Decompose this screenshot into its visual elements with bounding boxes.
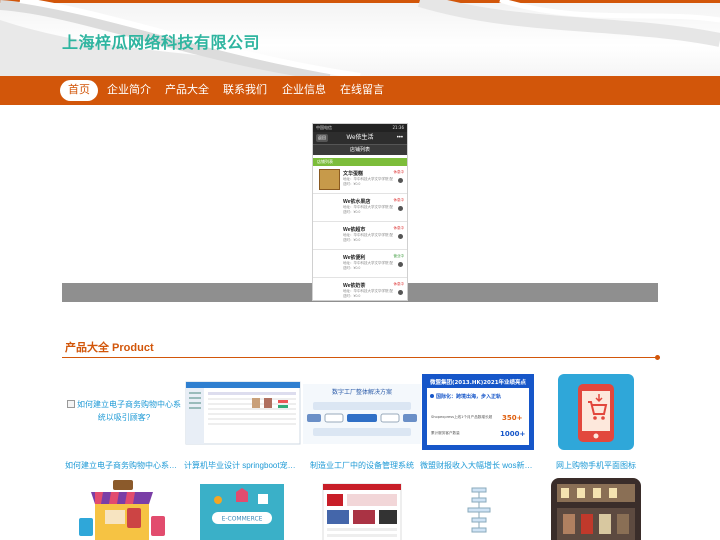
phone-app-bar: 返回 We依生活 ••• (313, 132, 407, 144)
phone-shop-row: 文华蛋糕 地址：华中科技大学文华学院 配送时：¥0.0 休息中 (313, 166, 407, 194)
shop-status: 休息中 (393, 198, 405, 202)
arrow-icon (398, 262, 403, 267)
svg-text:微盟集团(2013.HK)2021年业绩亮点: 微盟集团(2013.HK)2021年业绩亮点 (429, 378, 527, 386)
section-divider-dot (655, 355, 660, 360)
product-image[interactable] (184, 374, 302, 454)
shop-address: 地址：华中科技大学文华学院 配送时：¥0.0 (343, 261, 393, 270)
svg-text:1000+: 1000+ (500, 430, 525, 438)
svg-text:E-COMMERCE: E-COMMERCE (222, 516, 263, 523)
phone-status-bar: 中国电信 21:36 (313, 124, 407, 132)
ecommerce-illustration-icon: E-COMMERCE (200, 484, 284, 540)
product-image[interactable]: 微盟集团(2013.HK)2021年业绩亮点 国际化：跨境出海，步入正轨 Sho… (420, 374, 538, 454)
site-header: 上海梓瓜网络科技有限公司 (0, 0, 720, 76)
phone-carrier: 中国电信 (316, 125, 332, 130)
product-caption[interactable]: 计算机毕业设计 springboot宠物医院管理系统 (184, 460, 302, 471)
product-image[interactable]: E-COMMERCE (184, 478, 302, 540)
products-section-title: 产品大全 Product (65, 342, 154, 354)
shop-name: 文华蛋糕 (343, 171, 364, 177)
product-image[interactable] (537, 374, 655, 454)
phone-shop-row: We依奶茶 地址：华中科技大学文华学院 配送时：¥0.0 休息中 (313, 278, 407, 300)
shop-name: We依奶茶 (343, 283, 366, 289)
shop-status: 休息中 (393, 170, 405, 174)
svg-text:累计服务客户数量: 累计服务客户数量 (431, 430, 460, 435)
shop-status: 休息中 (393, 226, 405, 230)
banner: 中国电信 21:36 返回 We依生活 ••• 店铺列表 店铺列表 文华蛋糕 地… (0, 105, 720, 320)
phone-shop-row: We依超市 地址：华中科技大学文华学院 配送时：¥0.0 休息中 (313, 222, 407, 250)
phone-back-button: 返回 (316, 134, 328, 142)
product-image[interactable] (65, 478, 183, 540)
shop-name: We依超市 (343, 227, 366, 233)
ecommerce-website-screenshot-icon (322, 483, 402, 540)
product-caption[interactable]: 微盟财报收入大幅增长 wos新商业操作系统 (420, 460, 538, 471)
banner-phone-screenshot[interactable]: 中国电信 21:36 返回 We依生活 ••• 店铺列表 店铺列表 文华蛋糕 地… (312, 123, 408, 301)
phone-app-title: We依生活 (346, 135, 374, 141)
svg-text:350+: 350+ (502, 414, 523, 422)
arrow-icon (398, 206, 403, 211)
arrow-icon (398, 290, 403, 295)
product-image[interactable] (303, 478, 421, 540)
more-icon: ••• (396, 135, 403, 141)
nav-item-products[interactable]: 产品大全 (162, 80, 212, 101)
phone-shop-row: We依便利 地址：华中科技大学文华学院 配送时：¥0.0 营业中 (313, 250, 407, 278)
product-caption[interactable]: 如何建立电子商务购物中心系统以吸引顾客? (65, 460, 183, 471)
product-image-broken[interactable]: 如何建立电子商务购物中心系统以吸引顾客? (65, 374, 183, 454)
shop-thumbnail (319, 197, 340, 218)
section-divider (62, 357, 660, 358)
shop-status: 休息中 (393, 282, 405, 286)
nav-item-contact[interactable]: 联系我们 (220, 80, 270, 101)
svg-text:数字工厂整体解决方案: 数字工厂整体解决方案 (332, 388, 392, 396)
factory-solution-diagram-icon: 数字工厂整体解决方案 (303, 384, 421, 444)
main-nav: 首页 企业简介 产品大全 联系我们 企业信息 在线留言 (0, 76, 720, 105)
mobile-shopping-icon (558, 374, 634, 450)
broken-image-icon (67, 400, 75, 408)
shop-thumbnail (319, 281, 340, 300)
shop-thumbnail (319, 169, 340, 190)
nav-item-about[interactable]: 企业简介 (104, 80, 154, 101)
admin-dashboard-screenshot-icon (185, 381, 301, 445)
product-image[interactable] (420, 478, 538, 540)
nav-item-message[interactable]: 在线留言 (337, 80, 387, 101)
weimob-report-image-icon: 微盟集团(2013.HK)2021年业绩亮点 国际化：跨境出海，步入正轨 Sho… (422, 374, 534, 450)
svg-text:Shopexpress上线1个月产品数增长超: Shopexpress上线1个月产品数增长超 (431, 414, 493, 419)
shop-status: 营业中 (393, 254, 405, 258)
product-image-alt: 如何建立电子商务购物中心系统以吸引顾客? (65, 398, 183, 424)
shop-thumbnail (319, 225, 340, 246)
shop-address: 地址：华中科技大学文华学院 配送时：¥0.0 (343, 233, 393, 242)
product-image[interactable] (537, 478, 655, 540)
phone-shop-row: We依水果店 地址：华中科技大学文华学院 配送时：¥0.0 休息中 (313, 194, 407, 222)
phone-subtitle: 店铺列表 (313, 144, 407, 155)
shopping-mall-photo-icon (551, 478, 641, 540)
online-shop-storefront-icon (79, 480, 165, 540)
arrow-icon (398, 234, 403, 239)
product-caption[interactable]: 网上购物手机平面图标 (537, 460, 655, 471)
nav-item-home[interactable]: 首页 (60, 80, 98, 101)
shop-thumbnail (319, 253, 340, 274)
site-title[interactable]: 上海梓瓜网络科技有限公司 (62, 29, 260, 53)
shop-address: 地址：华中科技大学文华学院 配送时：¥0.0 (343, 177, 393, 186)
shop-name: We依水果店 (343, 199, 371, 205)
svg-text:国际化：跨境出海，步入正轨: 国际化：跨境出海，步入正轨 (436, 393, 501, 400)
arrow-icon (398, 178, 403, 183)
nav-item-company-info[interactable]: 企业信息 (279, 80, 329, 101)
flowchart-diagram-icon (460, 484, 498, 540)
product-image[interactable]: 数字工厂整体解决方案 (303, 374, 421, 454)
shop-address: 地址：华中科技大学文华学院 配送时：¥0.0 (343, 289, 393, 298)
phone-time: 21:36 (392, 125, 404, 130)
product-caption[interactable]: 制造业工厂中的设备管理系统 (303, 460, 421, 471)
shop-address: 地址：华中科技大学文华学院 配送时：¥0.0 (343, 205, 393, 214)
phone-list-header: 店铺列表 (313, 158, 407, 166)
shop-name: We依便利 (343, 255, 366, 261)
